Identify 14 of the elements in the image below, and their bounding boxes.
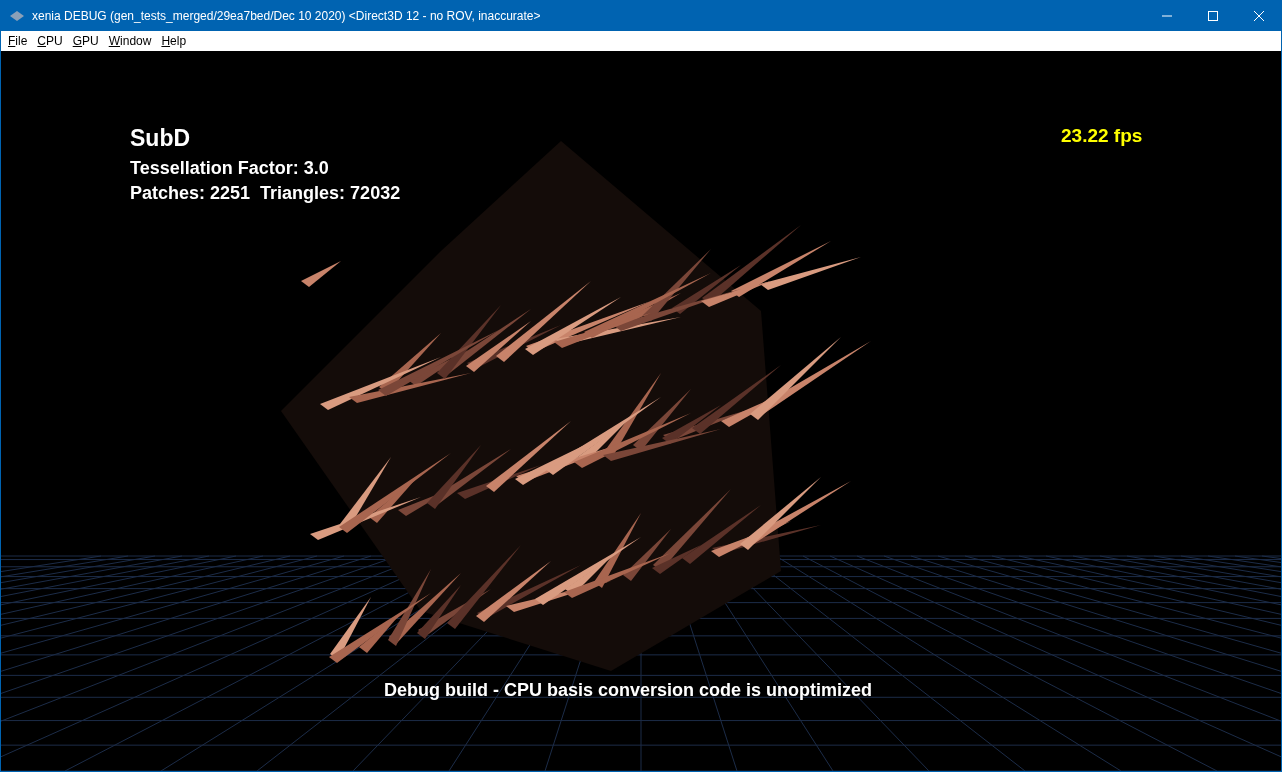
menu-item[interactable]: Help: [156, 31, 192, 51]
window-title: xenia DEBUG (gen_tests_merged/29ea7bed/Dec 10 2020) <Direct3D 12 - no ROV, inaccurate>: [32, 8, 542, 23]
menu-item[interactable]: File: [3, 31, 33, 51]
debug-notice: Debug build - CPU basis conversion code is unoptimized: [384, 680, 873, 701]
close-icon: [1254, 10, 1264, 21]
stats-text: Patches: 2251 Triangles: 72032: [130, 183, 401, 204]
menu-item[interactable]: CPU: [32, 31, 68, 51]
menu-item[interactable]: Window: [103, 31, 157, 51]
stats-text: Tessellation Factor: 3.0: [130, 158, 330, 179]
app-icon: [10, 10, 24, 21]
demo-title: SubD: [130, 125, 192, 152]
maximize-icon: [1208, 10, 1218, 21]
menu-item[interactable]: GPU: [67, 31, 104, 51]
fps-counter: 23.22 fps: [1061, 125, 1143, 147]
